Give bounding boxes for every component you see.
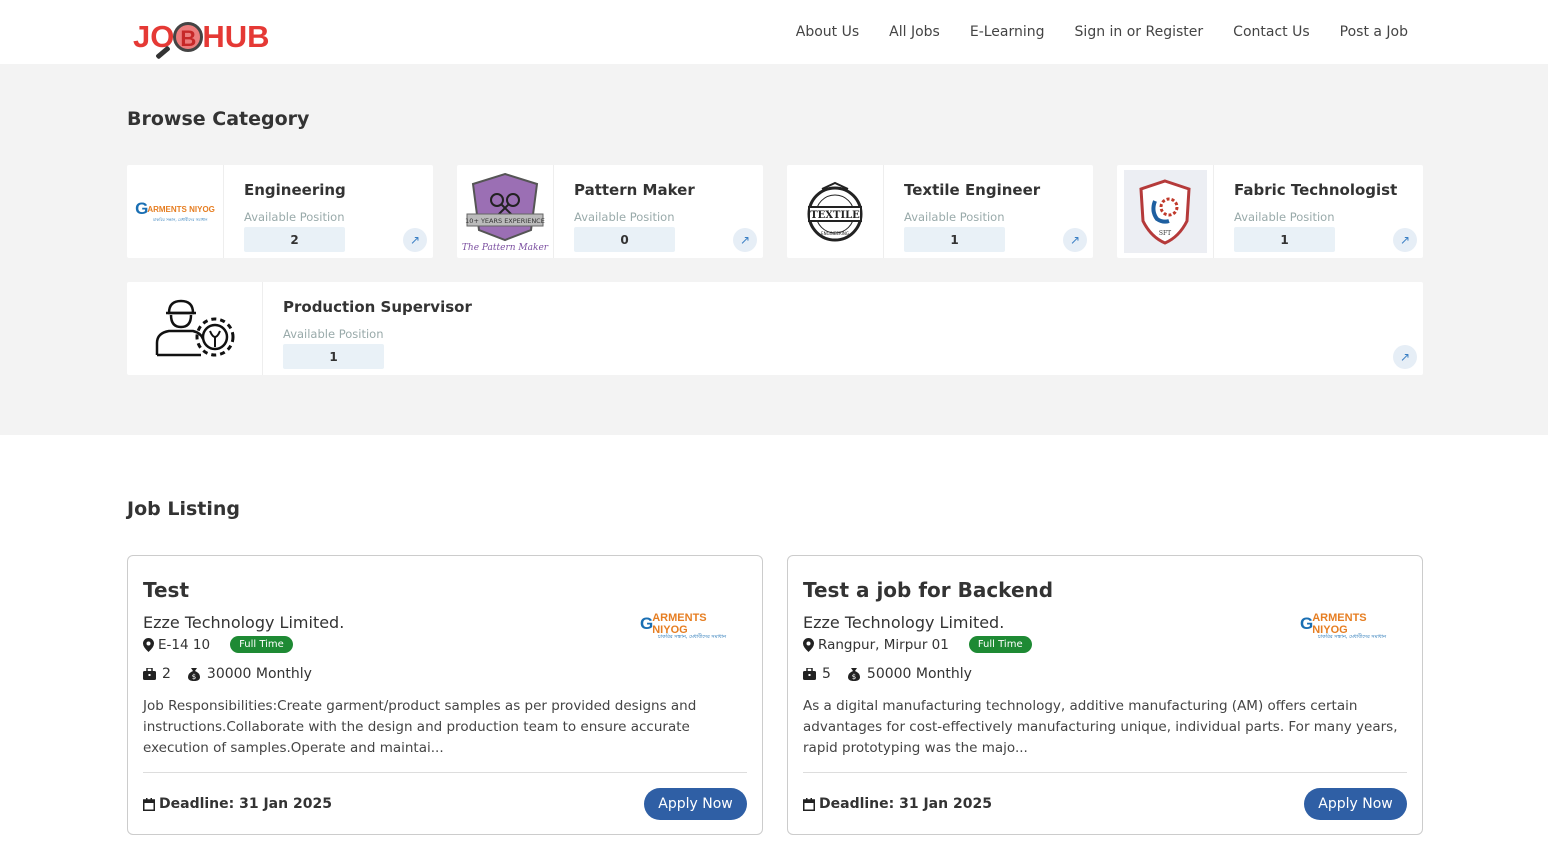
svg-text:10+ YEARS EXPERIENCE: 10+ YEARS EXPERIENCE <box>465 217 545 225</box>
logo-text-right: HUB <box>202 19 270 54</box>
job-type-badge: Full Time <box>230 636 293 653</box>
available-position-label: Available Position <box>244 210 345 224</box>
magnifier-icon: B <box>173 22 204 52</box>
arrow-up-right-icon[interactable]: ↗ <box>1063 228 1087 252</box>
svg-text:TEXTILE: TEXTILE <box>810 210 860 221</box>
garments-niyog-logo: G ARMENTS NIYOG চাকরির সন্ধান, মেধাবীদের … <box>127 165 224 258</box>
divider <box>803 772 1407 773</box>
job-title[interactable]: Test <box>143 578 189 602</box>
worker-gear-icon <box>127 282 263 375</box>
textile-badge-logo: TEXTILE ENGINEERING <box>787 165 884 258</box>
pattern-maker-logo: 10+ YEARS EXPERIENCE The Pattern Maker <box>457 165 554 258</box>
job-card[interactable]: Test a job for Backend Ezze Technology L… <box>787 555 1423 835</box>
nav-contact-us[interactable]: Contact Us <box>1233 24 1309 40</box>
category-name: Production Supervisor <box>283 298 472 316</box>
arrow-up-right-icon[interactable]: ↗ <box>733 228 757 252</box>
job-listing-section: Job Listing Test Ezze Technology Limited… <box>0 435 1548 841</box>
site-header: JO B HUB About Us All Jobs E-Learning Si… <box>0 0 1548 64</box>
calendar-icon <box>143 797 155 811</box>
apply-now-button[interactable]: Apply Now <box>644 788 747 820</box>
money-bag-icon: $ <box>187 668 200 681</box>
category-name: Engineering <box>244 181 346 199</box>
job-listing-title: Job Listing <box>127 498 240 520</box>
available-position-label: Available Position <box>1234 210 1335 224</box>
nav-all-jobs[interactable]: All Jobs <box>889 24 940 40</box>
nav-sign-in-register[interactable]: Sign in or Register <box>1075 24 1204 40</box>
category-card-production-supervisor[interactable]: Production Supervisor Available Position… <box>127 282 1423 375</box>
category-card-pattern-maker[interactable]: 10+ YEARS EXPERIENCE The Pattern Maker P… <box>457 165 763 258</box>
available-position-label: Available Position <box>904 210 1005 224</box>
available-position-count: 1 <box>1234 227 1335 252</box>
jobhub-logo[interactable]: JO B HUB <box>133 10 293 60</box>
location-text: Rangpur, Mirpur 01 <box>818 636 949 653</box>
nav-about-us[interactable]: About Us <box>796 24 859 40</box>
briefcase-icon <box>143 668 156 680</box>
category-name: Textile Engineer <box>904 181 1041 199</box>
vacancy-count: 2 <box>162 666 171 682</box>
browse-category-section: Browse Category G ARMENTS NIYOG চাকরির সন… <box>0 64 1548 435</box>
svg-text:The Pattern Maker: The Pattern Maker <box>462 243 549 253</box>
textile-badge-icon: TEXTILE ENGINEERING <box>807 181 863 241</box>
arrow-up-right-icon[interactable]: ↗ <box>403 228 427 252</box>
sft-shield-logo: SFT <box>1117 165 1214 258</box>
category-card-textile-engineer[interactable]: TEXTILE ENGINEERING Textile Engineer Ava… <box>787 165 1093 258</box>
job-location: E-14 10 Full Time <box>143 636 293 653</box>
available-position-count: 1 <box>904 227 1005 252</box>
svg-text:$: $ <box>852 673 856 681</box>
available-position-count: 2 <box>244 227 345 252</box>
available-position-label: Available Position <box>574 210 675 224</box>
map-pin-icon <box>143 637 154 652</box>
job-deadline: Deadline: 31 Jan 2025 <box>803 796 992 812</box>
briefcase-icon <box>803 668 816 680</box>
pattern-maker-badge-icon: 10+ YEARS EXPERIENCE The Pattern Maker <box>462 172 549 253</box>
salary-text: 50000 Monthly <box>866 666 972 682</box>
category-card-fabric-technologist[interactable]: SFT Fabric Technologist Available Positi… <box>1117 165 1423 258</box>
garments-niyog-logo: G ARMENTS NIYOG চাকরির সন্ধান, মেধাবীদের … <box>1300 612 1387 640</box>
calendar-icon <box>803 797 815 811</box>
job-meta: 5 $ 50000 Monthly <box>803 666 972 682</box>
salary-text: 30000 Monthly <box>206 666 312 682</box>
money-bag-icon: $ <box>847 668 860 681</box>
map-pin-icon <box>803 637 814 652</box>
svg-text:$: $ <box>192 673 196 681</box>
company-name: Ezze Technology Limited. <box>803 613 1005 632</box>
job-title[interactable]: Test a job for Backend <box>803 578 1053 602</box>
available-position-label: Available Position <box>283 327 384 341</box>
category-name: Fabric Technologist <box>1234 181 1398 199</box>
job-deadline: Deadline: 31 Jan 2025 <box>143 796 332 812</box>
job-card[interactable]: Test Ezze Technology Limited. G ARMENTS N… <box>127 555 763 835</box>
browse-category-title: Browse Category <box>127 108 310 130</box>
available-position-count: 1 <box>283 344 384 369</box>
job-description: Job Responsibilities:Create garment/prod… <box>143 698 697 756</box>
job-description: As a digital manufacturing technology, a… <box>803 698 1398 756</box>
nav-post-a-job[interactable]: Post a Job <box>1340 24 1408 40</box>
location-text: E-14 10 <box>158 636 211 653</box>
job-location: Rangpur, Mirpur 01 Full Time <box>803 636 1032 653</box>
category-card-engineering[interactable]: G ARMENTS NIYOG চাকরির সন্ধান, মেধাবীদের … <box>127 165 433 258</box>
shield-icon: SFT <box>1139 178 1191 245</box>
category-name: Pattern Maker <box>574 181 695 199</box>
arrow-up-right-icon[interactable]: ↗ <box>1393 345 1417 369</box>
arrow-up-right-icon[interactable]: ↗ <box>1393 228 1417 252</box>
job-meta: 2 $ 30000 Monthly <box>143 666 312 682</box>
deadline-text: Deadline: 31 Jan 2025 <box>159 796 332 812</box>
garments-niyog-logo: G ARMENTS NIYOG চাকরির সন্ধান, মেধাবীদের … <box>640 612 727 640</box>
job-type-badge: Full Time <box>968 636 1032 653</box>
svg-text:ENGINEERING: ENGINEERING <box>821 231 849 236</box>
nav-e-learning[interactable]: E-Learning <box>970 24 1045 40</box>
company-name: Ezze Technology Limited. <box>143 613 345 632</box>
available-position-count: 0 <box>574 227 675 252</box>
vacancy-count: 5 <box>822 666 831 682</box>
svg-text:SFT: SFT <box>1159 230 1171 237</box>
main-nav: About Us All Jobs E-Learning Sign in or … <box>796 0 1408 64</box>
divider <box>143 772 747 773</box>
deadline-text: Deadline: 31 Jan 2025 <box>819 796 992 812</box>
apply-now-button[interactable]: Apply Now <box>1304 788 1407 820</box>
